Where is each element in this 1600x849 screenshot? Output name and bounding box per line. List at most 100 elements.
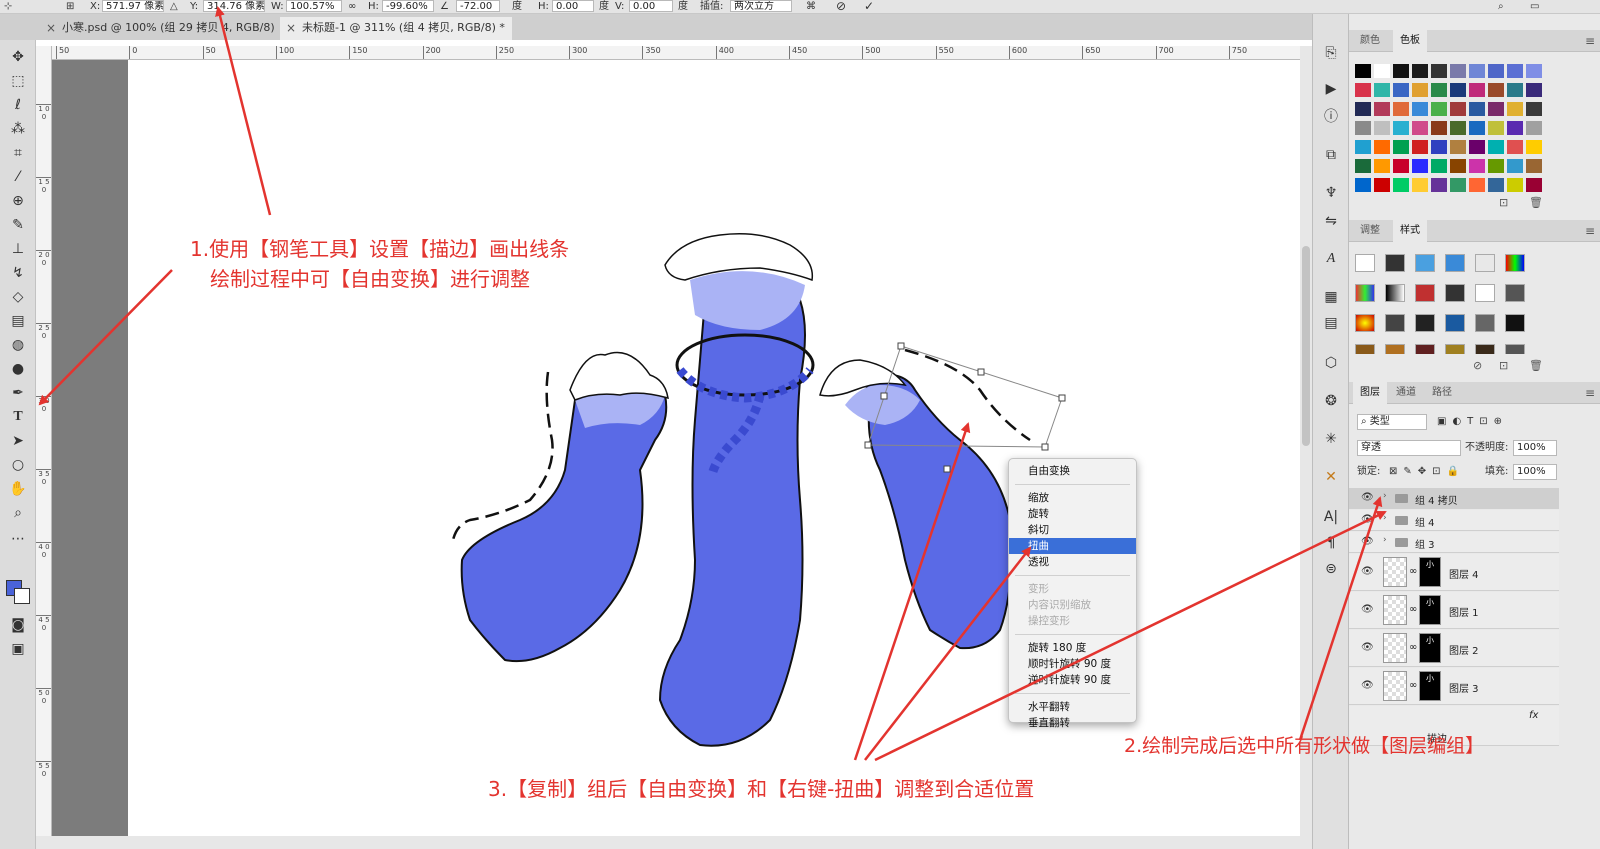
- glyphs-icon[interactable]: A: [1320, 248, 1342, 270]
- tab-untitled[interactable]: × 未标题-1 @ 311% (组 4 拷贝, RGB/8) *: [280, 17, 512, 40]
- tab-swatches[interactable]: 色板: [1393, 30, 1427, 52]
- styles-icon[interactable]: ⊜: [1320, 558, 1342, 580]
- menu-item[interactable]: 旋转 180 度: [1009, 640, 1136, 656]
- layer-filter-select[interactable]: ⌕ 类型: [1357, 414, 1427, 430]
- notes-icon[interactable]: ▦: [1320, 286, 1342, 308]
- color-swatch[interactable]: [1469, 102, 1485, 116]
- screen-mode-icon[interactable]: ▣: [5, 638, 31, 660]
- color-swatch[interactable]: [1526, 64, 1542, 78]
- layer-row[interactable]: 👁 › 组 4 拷贝: [1349, 488, 1559, 509]
- color-swatch[interactable]: [1412, 64, 1428, 78]
- style-swatch[interactable]: [1355, 314, 1375, 332]
- color-swatch[interactable]: [1393, 178, 1409, 192]
- lasso-tool-icon[interactable]: ℓ: [5, 94, 31, 116]
- color-swatch[interactable]: [1526, 83, 1542, 97]
- filter-icons[interactable]: ▣◐T⊡⊕: [1437, 414, 1508, 430]
- history-brush-icon[interactable]: ↯: [5, 262, 31, 284]
- tab-xiaohan[interactable]: × 小寒.psd @ 100% (组 29 拷贝 4, RGB/8): [40, 17, 278, 40]
- layer-mask-thumbnail[interactable]: 小: [1419, 595, 1441, 625]
- clone-source-icon[interactable]: ⧉: [1320, 144, 1342, 166]
- 3d-icon[interactable]: ⬡: [1320, 352, 1342, 374]
- expand-caret-icon[interactable]: ›: [1383, 491, 1387, 501]
- more-tools-icon[interactable]: ⋯: [5, 528, 31, 550]
- menu-item[interactable]: 斜切: [1009, 522, 1136, 538]
- color-swatch[interactable]: [1374, 64, 1390, 78]
- layer-row[interactable]: 👁 › 组 3: [1349, 532, 1559, 553]
- visibility-eye-icon[interactable]: 👁: [1361, 566, 1374, 577]
- color-swatch[interactable]: [1431, 178, 1447, 192]
- scroll-thumb[interactable]: [1302, 246, 1310, 446]
- tab-channels[interactable]: 通道: [1389, 382, 1423, 404]
- angle-field[interactable]: -72.00: [456, 0, 500, 12]
- color-swatch[interactable]: [1488, 83, 1504, 97]
- y-field[interactable]: 314.76 像素: [203, 0, 265, 12]
- color-swatch[interactable]: [1393, 64, 1409, 78]
- menu-item[interactable]: 扭曲: [1009, 538, 1136, 554]
- delete-swatch-icon[interactable]: 🗑: [1529, 196, 1543, 209]
- blend-mode-select[interactable]: 穿透: [1357, 440, 1461, 456]
- color-swatch[interactable]: [1488, 121, 1504, 135]
- style-swatch[interactable]: [1505, 254, 1525, 272]
- color-swatch[interactable]: [1374, 121, 1390, 135]
- color-swatch[interactable]: [1374, 178, 1390, 192]
- mask-link-icon[interactable]: ∞: [1409, 680, 1417, 691]
- style-swatch[interactable]: [1505, 314, 1525, 332]
- expand-caret-icon[interactable]: ›: [1383, 535, 1387, 545]
- layer-mask-thumbnail[interactable]: 小: [1419, 671, 1441, 701]
- character-icon[interactable]: A|: [1320, 506, 1342, 528]
- clear-style-icon[interactable]: ⊘: [1473, 359, 1482, 372]
- color-swatch[interactable]: [1374, 83, 1390, 97]
- color-swatch[interactable]: [1374, 102, 1390, 116]
- color-swatch[interactable]: [1431, 140, 1447, 154]
- magic-wand-icon[interactable]: ⁂: [5, 118, 31, 140]
- style-swatch[interactable]: [1355, 284, 1375, 302]
- style-swatch[interactable]: [1475, 344, 1495, 354]
- color-swatch[interactable]: [1431, 121, 1447, 135]
- color-swatch[interactable]: [1431, 64, 1447, 78]
- gradient-tool-icon[interactable]: ▤: [5, 310, 31, 332]
- color-swatch[interactable]: [1507, 178, 1523, 192]
- tab-layers[interactable]: 图层: [1353, 382, 1387, 404]
- x-field[interactable]: 571.97 像素: [102, 0, 164, 12]
- style-swatch[interactable]: [1445, 344, 1465, 354]
- style-swatch[interactable]: [1355, 344, 1375, 354]
- type-tool-icon[interactable]: T: [5, 406, 31, 428]
- color-swatch[interactable]: [1450, 159, 1466, 173]
- tab-adjustments[interactable]: 调整: [1353, 220, 1387, 242]
- color-swatch[interactable]: [1488, 140, 1504, 154]
- color-swatch[interactable]: [1469, 178, 1485, 192]
- color-swatch[interactable]: [1450, 102, 1466, 116]
- panel-menu-icon[interactable]: ≡: [1585, 30, 1595, 52]
- mask-link-icon[interactable]: ∞: [1409, 642, 1417, 653]
- style-swatch[interactable]: [1415, 314, 1435, 332]
- stamp-tool-icon[interactable]: ⊥: [5, 238, 31, 260]
- color-swatch[interactable]: [1355, 140, 1371, 154]
- style-swatch[interactable]: [1415, 284, 1435, 302]
- quick-mask-icon[interactable]: ◙: [5, 614, 31, 636]
- color-swatch[interactable]: [1526, 121, 1542, 135]
- color-swatch[interactable]: [1507, 83, 1523, 97]
- pen-tool-icon[interactable]: ✒: [5, 382, 31, 404]
- vertical-scrollbar[interactable]: [1300, 46, 1312, 836]
- color-swatch[interactable]: [1526, 178, 1542, 192]
- play-action-icon[interactable]: ▶: [1320, 78, 1342, 100]
- hand-tool-icon[interactable]: ✋: [5, 478, 31, 500]
- menu-item[interactable]: 水平翻转: [1009, 699, 1136, 715]
- color-swatch[interactable]: [1450, 140, 1466, 154]
- style-swatch[interactable]: [1415, 254, 1435, 272]
- style-swatch[interactable]: [1445, 314, 1465, 332]
- style-swatch[interactable]: [1385, 314, 1405, 332]
- style-swatch[interactable]: [1385, 254, 1405, 272]
- color-swatch[interactable]: [1355, 83, 1371, 97]
- menu-item[interactable]: 逆时针旋转 90 度: [1009, 672, 1136, 688]
- color-swatch[interactable]: [1393, 159, 1409, 173]
- search-icon[interactable]: ⌕: [1498, 0, 1504, 13]
- color-swatch[interactable]: [1412, 121, 1428, 135]
- color-swatch[interactable]: [1374, 159, 1390, 173]
- color-swatch[interactable]: [1450, 64, 1466, 78]
- color-swatch[interactable]: [1488, 102, 1504, 116]
- menu-item[interactable]: 缩放: [1009, 490, 1136, 506]
- color-swatch[interactable]: [1507, 64, 1523, 78]
- color-swatch[interactable]: [1526, 140, 1542, 154]
- styles-grid[interactable]: [1355, 254, 1561, 354]
